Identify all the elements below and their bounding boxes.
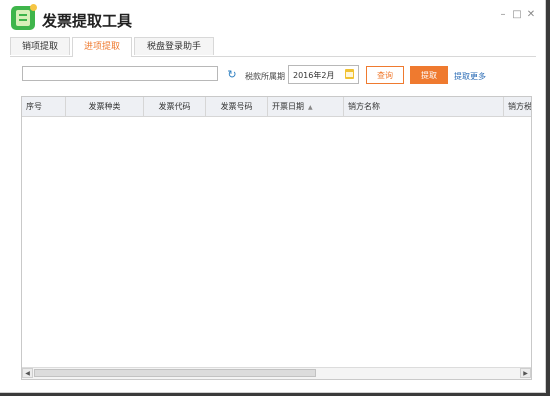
horizontal-scrollbar[interactable]: ◀ ▶ — [22, 367, 531, 379]
tab-output-extract[interactable]: 销项提取 — [10, 37, 70, 55]
period-date-value: 2016年2月 — [293, 71, 335, 80]
search-input[interactable] — [22, 66, 218, 81]
scroll-right-icon[interactable]: ▶ — [520, 368, 531, 378]
issue-date-label: 开票日期 — [272, 102, 304, 111]
column-header-invoice-code[interactable]: 发票代码 — [144, 97, 206, 116]
tab-bar: 销项提取 进项提取 税盘登录助手 — [10, 37, 536, 57]
toolbar: ↻ 税款所属期 2016年2月 查询 提取 提取更多 — [0, 60, 545, 90]
invoice-grid: 序号 发票种类 发票代码 发票号码 开票日期 ▲ 销方名称 销方税... ◀ ▶ — [21, 96, 532, 380]
scrollbar-thumb[interactable] — [34, 369, 316, 377]
minimize-icon[interactable]: – — [497, 9, 509, 21]
period-label: 税款所属期 — [245, 72, 285, 81]
title-bar: 发票提取工具 – □ ✕ — [0, 0, 545, 36]
tab-tax-login-helper[interactable]: 税盘登录助手 — [134, 37, 214, 55]
refresh-icon[interactable]: ↻ — [226, 69, 238, 81]
query-button[interactable]: 查询 — [366, 66, 404, 84]
app-logo-icon — [11, 4, 37, 30]
app-window: 发票提取工具 – □ ✕ 销项提取 进项提取 税盘登录助手 ↻ 税款所属期 20… — [0, 0, 546, 393]
sort-icon: ▲ — [308, 104, 313, 111]
tab-input-extract[interactable]: 进项提取 — [72, 37, 132, 57]
close-icon[interactable]: ✕ — [525, 9, 537, 21]
extract-more-link[interactable]: 提取更多 — [454, 71, 486, 82]
column-header-seller-name[interactable]: 销方名称 — [344, 97, 504, 116]
column-header-issue-date[interactable]: 开票日期 ▲ — [268, 97, 344, 116]
column-header-seller-tax[interactable]: 销方税... — [504, 97, 531, 116]
column-header-invoice-number[interactable]: 发票号码 — [206, 97, 268, 116]
grid-header: 序号 发票种类 发票代码 发票号码 开票日期 ▲ 销方名称 销方税... — [22, 97, 531, 117]
column-header-invoice-type[interactable]: 发票种类 — [66, 97, 144, 116]
app-title: 发票提取工具 — [42, 12, 133, 30]
period-date-field[interactable]: 2016年2月 — [288, 65, 359, 84]
extract-button[interactable]: 提取 — [410, 66, 448, 84]
calendar-icon[interactable] — [345, 69, 354, 79]
scroll-left-icon[interactable]: ◀ — [22, 368, 33, 378]
maximize-icon[interactable]: □ — [511, 9, 523, 21]
column-header-index[interactable]: 序号 — [22, 97, 66, 116]
